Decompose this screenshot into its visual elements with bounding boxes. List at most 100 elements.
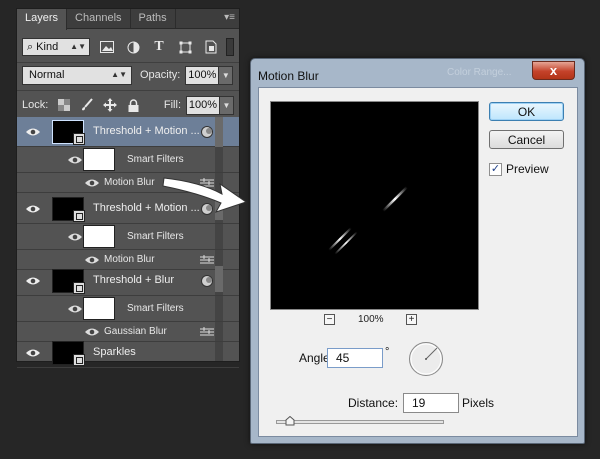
visibility-eye-icon[interactable] xyxy=(68,304,82,314)
pointer-arrow-icon xyxy=(162,177,248,213)
lock-transparency-icon[interactable] xyxy=(57,98,71,112)
preview-area[interactable] xyxy=(270,101,479,310)
smart-filters-row[interactable]: Smart Filters xyxy=(17,224,239,250)
close-icon: x xyxy=(549,63,558,78)
layers-list: Threshold + Motion ... Smart Filters Mot… xyxy=(17,117,239,368)
smart-object-icon xyxy=(73,133,85,145)
divider xyxy=(17,62,239,63)
layer-row[interactable]: Threshold + Blur xyxy=(17,266,239,296)
lock-label: Lock: xyxy=(22,99,49,111)
smart-object-icon xyxy=(73,354,85,366)
distance-unit-label: Pixels xyxy=(462,396,495,410)
zoom-in-button[interactable]: + xyxy=(406,314,417,325)
smart-object-filter-icon[interactable] xyxy=(202,38,220,56)
filter-mask-thumbnail xyxy=(83,148,115,171)
dialog-body: − 100% + OK Cancel ✓ Preview Angle: 45 °… xyxy=(258,87,578,437)
fill-dropdown-button[interactable]: ▼ xyxy=(220,95,234,115)
fill-group: Fill: 100% ▼ xyxy=(163,95,234,115)
updown-arrow-icon: ▲▼ xyxy=(70,42,86,51)
ok-button[interactable]: OK xyxy=(489,102,564,121)
lock-all-icon[interactable] xyxy=(126,98,140,112)
layer-filter-row: ⌕ Kind ▲▼ T xyxy=(22,36,234,58)
angle-dial[interactable] xyxy=(408,341,444,377)
fill-input[interactable]: 100% xyxy=(186,95,220,115)
adjustment-filter-icon[interactable] xyxy=(124,38,142,56)
layer-name: Threshold + Blur xyxy=(93,273,175,286)
layer-thumbnail xyxy=(52,120,85,145)
distance-slider-thumb[interactable] xyxy=(285,416,295,426)
smart-filters-label: Smart Filters xyxy=(127,231,184,242)
visibility-eye-icon[interactable] xyxy=(85,178,99,188)
cancel-button[interactable]: Cancel xyxy=(489,130,564,149)
opacity-dropdown-button[interactable]: ▼ xyxy=(219,65,234,85)
visibility-eye-icon[interactable] xyxy=(26,127,40,137)
opacity-input[interactable]: 100% xyxy=(185,65,220,85)
layer-thumbnail xyxy=(52,197,85,222)
divider xyxy=(17,90,239,91)
shape-filter-icon[interactable] xyxy=(176,38,194,56)
tab-paths[interactable]: Paths xyxy=(131,9,176,28)
close-button[interactable]: x xyxy=(532,61,575,80)
lock-brush-icon[interactable] xyxy=(80,98,94,112)
smart-filters-label: Smart Filters xyxy=(127,303,184,314)
preview-checkbox[interactable]: ✓ xyxy=(489,163,502,176)
search-icon: ⌕ xyxy=(27,40,34,53)
smart-filters-label: Smart Filters xyxy=(127,154,184,165)
filter-toggle-switch[interactable] xyxy=(226,38,234,56)
blend-row: Normal ▲▼ Opacity: 100% ▼ xyxy=(22,65,234,85)
filter-mask-thumbnail xyxy=(83,225,115,248)
pixel-filter-icon[interactable] xyxy=(98,38,116,56)
smart-filters-row[interactable]: Smart Filters xyxy=(17,296,239,322)
layer-name: Sparkles xyxy=(93,345,136,358)
visibility-eye-icon[interactable] xyxy=(85,327,99,337)
filter-blending-options-icon[interactable] xyxy=(200,327,214,337)
visibility-eye-icon[interactable] xyxy=(85,255,99,265)
panel-menu-icon[interactable]: ▾≡ xyxy=(224,12,235,23)
smart-object-icon xyxy=(73,282,85,294)
filter-name: Motion Blur xyxy=(104,177,155,188)
visibility-eye-icon[interactable] xyxy=(26,276,40,286)
distance-input[interactable]: 19 xyxy=(403,393,459,413)
visibility-eye-icon[interactable] xyxy=(26,204,40,214)
distance-label: Distance: xyxy=(348,396,399,410)
scrollbar-thumb[interactable] xyxy=(215,117,223,147)
layer-name: Threshold + Motion ... xyxy=(93,124,200,137)
zoom-level: 100% xyxy=(358,314,384,325)
visibility-eye-icon[interactable] xyxy=(68,232,82,242)
lock-row: Lock: Fill: 100% ▼ xyxy=(22,95,234,115)
scrollbar-thumb[interactable] xyxy=(215,266,223,292)
filter-kind-label: Kind xyxy=(36,41,59,53)
layer-row[interactable]: Threshold + Motion ... xyxy=(17,117,239,147)
filter-blending-options-icon[interactable] xyxy=(200,255,214,265)
type-filter-icon[interactable]: T xyxy=(150,38,168,56)
distance-slider-track[interactable] xyxy=(276,420,444,424)
tab-channels[interactable]: Channels xyxy=(67,9,131,28)
filter-kind-select[interactable]: ⌕ Kind ▲▼ xyxy=(22,38,90,56)
degree-symbol: ° xyxy=(385,346,390,358)
blend-mode-select[interactable]: Normal ▲▼ xyxy=(22,65,132,85)
blend-mode-label: Normal xyxy=(29,69,65,81)
layer-thumbnail xyxy=(52,269,85,294)
layer-thumbnail xyxy=(52,341,85,366)
zoom-out-button[interactable]: − xyxy=(324,314,335,325)
opacity-label: Opacity: xyxy=(140,69,181,81)
angle-input[interactable]: 45 xyxy=(327,348,383,368)
smart-filter-indicator-icon xyxy=(201,125,213,138)
preview-label: Preview xyxy=(506,162,549,176)
motion-blur-dialog: Motion Blur Color Range... x − 100% + OK… xyxy=(250,58,585,444)
dialog-title: Motion Blur xyxy=(258,69,319,83)
filter-name: Gaussian Blur xyxy=(104,326,167,337)
visibility-eye-icon[interactable] xyxy=(26,348,40,358)
updown-arrow-icon: ▲▼ xyxy=(111,69,127,79)
filter-name: Motion Blur xyxy=(104,254,155,265)
smart-filter-indicator-icon xyxy=(201,274,213,287)
fill-label: Fill: xyxy=(163,99,181,111)
panel-tabbar: Layers Channels Paths ▾≡ xyxy=(17,9,239,30)
layer-row[interactable]: Sparkles xyxy=(17,338,239,368)
filter-mask-thumbnail xyxy=(83,297,115,320)
visibility-eye-icon[interactable] xyxy=(68,155,82,165)
tab-layers[interactable]: Layers xyxy=(17,9,68,30)
background-menu-text: Color Range... xyxy=(447,67,512,78)
smart-object-icon xyxy=(73,210,85,222)
lock-position-icon[interactable] xyxy=(103,98,118,112)
